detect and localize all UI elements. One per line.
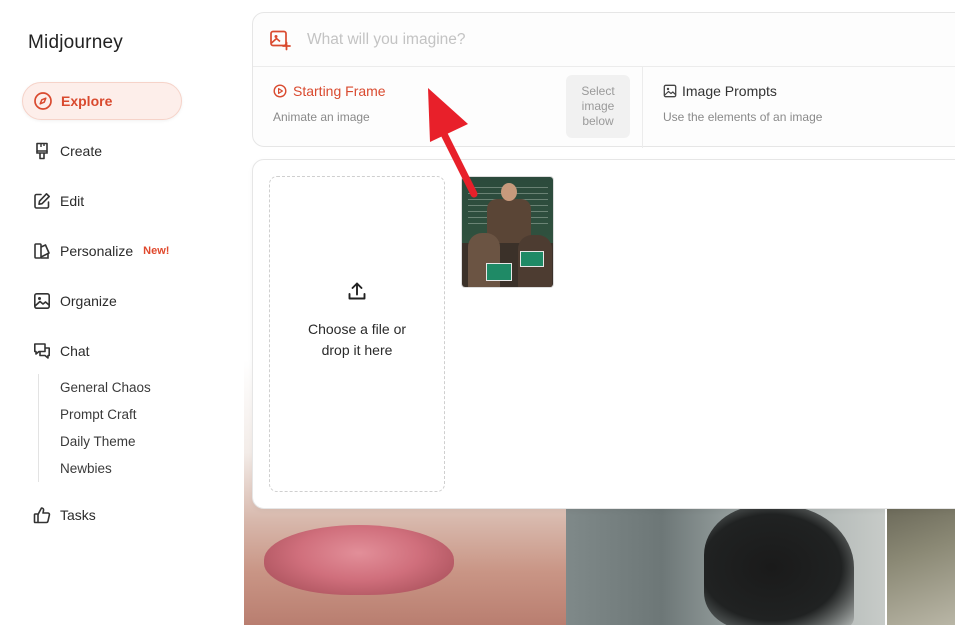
file-dropzone[interactable]: Choose a file or drop it here (269, 176, 445, 492)
sidebar-item-chat[interactable]: Chat (22, 332, 182, 370)
upload-panel: Choose a file or drop it here (252, 159, 955, 509)
sidebar-item-label: Organize (60, 293, 117, 309)
chat-channel-newbies[interactable]: Newbies (60, 455, 188, 482)
options-divider (642, 67, 643, 148)
thumb-teacher-head (501, 183, 517, 201)
image-prompts-subtitle: Use the elements of an image (663, 110, 823, 124)
sidebar-item-label: Create (60, 143, 103, 159)
starting-frame-title: Starting Frame (293, 83, 386, 99)
sidebar-item-edit[interactable]: Edit (22, 182, 182, 220)
image-icon (663, 84, 677, 98)
add-image-icon[interactable] (269, 29, 291, 51)
gallery-image-tree[interactable] (887, 508, 955, 625)
gallery-lips-detail (264, 525, 454, 595)
sidebar-item-explore[interactable]: Explore (22, 82, 182, 120)
sidebar-item-tasks[interactable]: Tasks (22, 496, 182, 534)
starting-frame-subtitle: Animate an image (273, 110, 370, 124)
new-badge: New! (143, 245, 170, 257)
chat-channel-prompt-craft[interactable]: Prompt Craft (60, 401, 188, 428)
select-image-slot[interactable]: Select image below (566, 75, 630, 138)
sidebar-item-label: Tasks (60, 507, 96, 523)
sidebar-item-create[interactable]: Create (22, 132, 182, 170)
sidebar-item-personalize[interactable]: Personalize New! (22, 232, 182, 270)
dropzone-label: Choose a file or drop it here (307, 320, 407, 358)
chat-channel-list: General Chaos Prompt Craft Daily Theme N… (38, 374, 188, 482)
chat-channel-daily-theme[interactable]: Daily Theme (60, 428, 188, 455)
thumb-laptop-right (520, 251, 544, 267)
prompt-bar: Starting Frame Animate an image Select i… (252, 12, 955, 148)
prompt-divider (253, 66, 955, 67)
thumb-laptop-left (486, 263, 512, 281)
chat-icon (32, 341, 52, 361)
sidebar-item-label: Personalize (60, 243, 134, 259)
prompt-row (253, 13, 955, 67)
starting-frame-option[interactable]: Starting Frame Animate an image (273, 83, 386, 124)
upload-icon (346, 280, 368, 307)
sidebar-item-label: Edit (60, 193, 85, 209)
palette-icon (32, 241, 52, 261)
sidebar-item-label: Chat (60, 343, 90, 359)
brand-logo[interactable]: Midjourney (28, 32, 123, 54)
compass-icon (33, 91, 53, 111)
thumbs-up-icon (32, 505, 52, 525)
edit-icon (32, 191, 52, 211)
brush-icon (32, 141, 52, 161)
sidebar-item-label: Explore (61, 93, 113, 109)
image-prompts-option[interactable]: Image Prompts Use the elements of an ima… (663, 83, 822, 124)
image-icon (32, 291, 52, 311)
play-circle-icon (273, 84, 287, 98)
sidebar: Midjourney Explore Create Edit Personali… (0, 0, 244, 625)
uploaded-image-thumbnail[interactable] (461, 176, 554, 288)
image-prompts-title: Image Prompts (682, 83, 777, 99)
chat-channel-general-chaos[interactable]: General Chaos (60, 374, 188, 401)
prompt-input[interactable] (307, 31, 867, 49)
gallery-dog-detail (704, 505, 854, 625)
sidebar-item-organize[interactable]: Organize (22, 282, 182, 320)
